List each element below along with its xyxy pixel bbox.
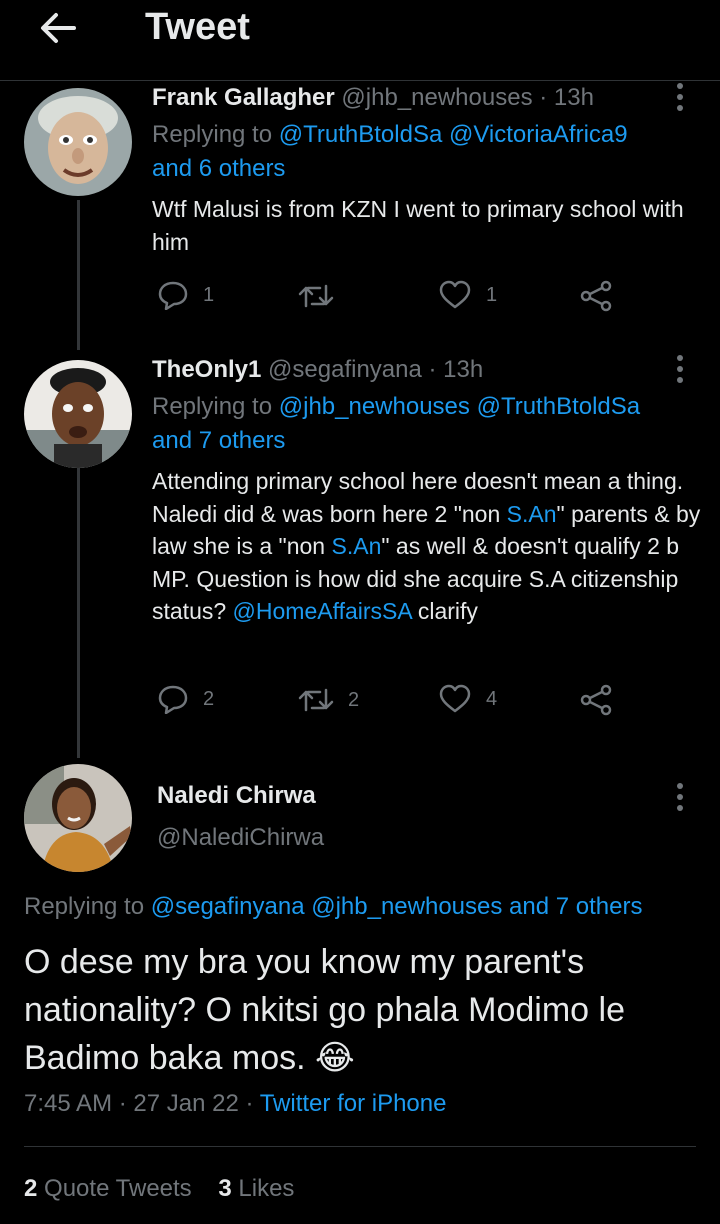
tweet-meta: 7:45 AM · 27 Jan 22 · Twitter for iPhone [24, 1090, 446, 1118]
replying-to-prefix: Replying to [24, 893, 145, 920]
likes-label: Likes [238, 1175, 295, 1202]
avatar[interactable] [24, 88, 132, 196]
page-title: Tweet [145, 6, 250, 48]
mention-link[interactable]: @HomeAffairsSA [233, 598, 412, 624]
retweet-count: 2 [348, 688, 360, 711]
replying-to-prefix: Replying to [152, 393, 273, 420]
thread-line [77, 464, 80, 758]
replying-to-prefix: Replying to [152, 121, 273, 148]
reply-header: Frank Gallagher @jhb_newhouses · 13h [152, 84, 594, 112]
tweet-date[interactable]: · 27 Jan 22 · [119, 1090, 254, 1117]
user-handle[interactable]: @segafinyana [268, 356, 422, 383]
likes-count: 3 [218, 1175, 232, 1202]
tweet-stats: 2 Quote Tweets 3 Likes [24, 1175, 294, 1203]
tweet-link[interactable]: S.An [507, 501, 557, 527]
avatar[interactable] [24, 360, 132, 468]
back-arrow-icon[interactable] [36, 8, 80, 48]
retweet-icon [298, 688, 334, 712]
display-name[interactable]: Frank Gallagher [152, 84, 335, 111]
user-handle[interactable]: @jhb_newhouses [341, 84, 532, 111]
tweet-text-part: clarify [411, 598, 478, 624]
tweet-link[interactable]: S.An [332, 533, 382, 559]
reply-header: TheOnly1 @segafinyana · 13h [152, 356, 483, 384]
replying-to: Replying to @TruthBtoldSa @VictoriaAfric… [152, 118, 692, 186]
reply-count: 1 [203, 283, 215, 306]
like-button[interactable]: 4 [438, 684, 497, 714]
heart-icon [439, 280, 471, 309]
share-icon[interactable] [579, 280, 613, 312]
quote-label: Quote Tweets [44, 1175, 192, 1202]
reply-icon [158, 281, 188, 310]
reply-count: 2 [203, 687, 215, 710]
reply-button[interactable]: 1 [157, 280, 214, 310]
thread-line [77, 200, 80, 350]
more-options-icon[interactable] [674, 82, 686, 112]
like-button[interactable]: 1 [438, 280, 497, 310]
divider [24, 1146, 696, 1147]
replying-to-others[interactable]: and 6 others [152, 155, 285, 182]
more-options-icon[interactable] [674, 354, 686, 384]
more-options-icon[interactable] [674, 782, 686, 812]
retweet-button[interactable] [298, 282, 334, 310]
retweet-button[interactable]: 2 [298, 686, 359, 714]
share-icon[interactable] [579, 684, 613, 716]
reply-icon [158, 685, 188, 714]
timestamp[interactable]: · 13h [539, 84, 594, 111]
tweet-text: O dese my bra you know my parent's natio… [24, 943, 625, 1077]
replying-to: Replying to @jhb_newhouses @TruthBtoldSa… [152, 390, 692, 458]
replying-to: Replying to @segafinyana @jhb_newhouses … [24, 893, 642, 921]
replying-to-mentions[interactable]: @jhb_newhouses @TruthBtoldSa [279, 393, 640, 420]
tweet-text: Attending primary school here doesn't me… [152, 465, 712, 628]
reply-button[interactable]: 2 [157, 684, 214, 714]
display-name[interactable]: TheOnly1 [152, 356, 261, 383]
quote-count: 2 [24, 1175, 38, 1202]
display-name[interactable]: Naledi Chirwa [157, 782, 316, 810]
heart-icon [439, 684, 471, 713]
replying-to-others[interactable]: and 7 others [152, 427, 285, 454]
top-bar: Tweet [0, 0, 720, 81]
quote-tweets-link[interactable]: 2 Quote Tweets [24, 1175, 192, 1202]
tweet-time[interactable]: 7:45 AM [24, 1090, 112, 1117]
tweet-text: Wtf Malusi is from KZN I went to primary… [152, 196, 684, 255]
like-count: 1 [486, 283, 498, 306]
avatar[interactable] [24, 764, 132, 872]
tweet-source[interactable]: Twitter for iPhone [260, 1090, 447, 1117]
replying-to-mentions[interactable]: @segafinyana @jhb_newhouses and 7 others [151, 893, 643, 920]
retweet-icon [298, 284, 334, 308]
like-count: 4 [486, 687, 498, 710]
user-handle[interactable]: @NalediChirwa [157, 824, 324, 852]
timestamp[interactable]: · 13h [429, 356, 484, 383]
replying-to-mentions[interactable]: @TruthBtoldSa @VictoriaAfrica9 [279, 121, 628, 148]
likes-link[interactable]: 3 Likes [218, 1175, 294, 1202]
